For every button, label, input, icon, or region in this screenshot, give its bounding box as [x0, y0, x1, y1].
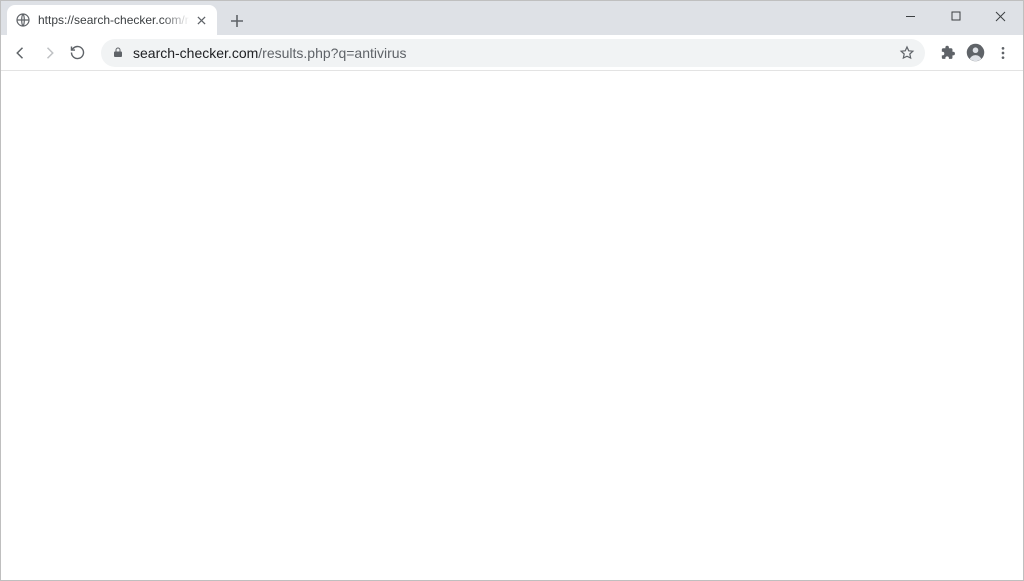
lock-icon: [111, 46, 125, 60]
minimize-button[interactable]: [888, 1, 933, 31]
extensions-button[interactable]: [933, 39, 961, 67]
window-close-button[interactable]: [978, 1, 1023, 31]
forward-button[interactable]: [35, 39, 63, 67]
url-text[interactable]: search-checker.com/results.php?q=antivir…: [133, 45, 899, 61]
star-icon[interactable]: [899, 45, 915, 61]
page-content: [1, 71, 1023, 580]
new-tab-button[interactable]: [223, 7, 251, 35]
profile-button[interactable]: [961, 39, 989, 67]
reload-button[interactable]: [63, 39, 91, 67]
tab-strip: https://search-checker.com/results.php?q…: [1, 1, 1023, 35]
browser-toolbar: search-checker.com/results.php?q=antivir…: [1, 35, 1023, 71]
browser-tab[interactable]: https://search-checker.com/results.php?q…: [7, 5, 217, 35]
window-controls: [888, 1, 1023, 31]
tab-title: https://search-checker.com/results.php?q…: [38, 13, 193, 27]
back-button[interactable]: [7, 39, 35, 67]
close-icon[interactable]: [193, 12, 209, 28]
menu-button[interactable]: [989, 39, 1017, 67]
maximize-button[interactable]: [933, 1, 978, 31]
globe-icon: [15, 12, 31, 28]
address-bar[interactable]: search-checker.com/results.php?q=antivir…: [101, 39, 925, 67]
